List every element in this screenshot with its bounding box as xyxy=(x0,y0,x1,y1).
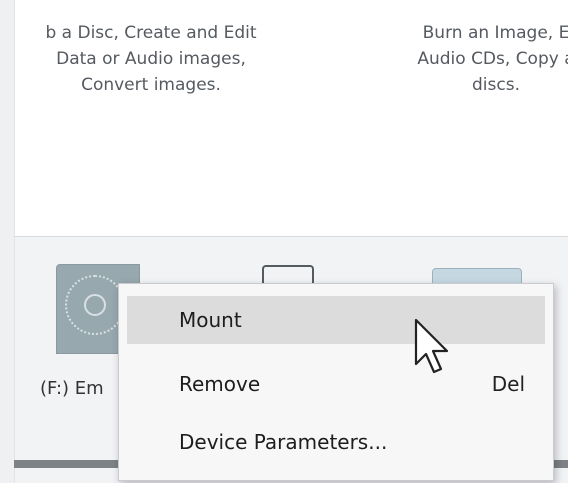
menu-item-label: Remove xyxy=(179,372,261,396)
description-line: discs. xyxy=(472,75,520,95)
menu-item-remove[interactable]: Remove Del xyxy=(127,360,545,408)
description-line: Burn an Image, E xyxy=(422,23,568,43)
description-line: b a Disc, Create and Edit xyxy=(45,23,257,43)
device-context-menu: Mount Remove Del Device Parameters... xyxy=(118,283,554,481)
menu-item-label: Mount xyxy=(179,308,242,332)
disc-hub xyxy=(84,294,106,316)
arrow-cursor-icon xyxy=(414,318,449,374)
menu-item-device-parameters[interactable]: Device Parameters... xyxy=(127,418,545,466)
menu-item-shortcut: Del xyxy=(491,372,525,396)
description-line: Data or Audio images, xyxy=(56,49,246,69)
menu-item-label: Device Parameters... xyxy=(179,430,388,454)
device-label-f-drive[interactable]: (F:) Em xyxy=(40,378,104,399)
action-description-image-tools: b a Disc, Create and Edit Data or Audio … xyxy=(0,20,306,98)
description-line: Audio CDs, Copy a xyxy=(417,49,568,69)
description-line: Convert images. xyxy=(81,75,221,95)
action-description-burn: Burn an Image, E Audio CDs, Copy a discs… xyxy=(346,20,568,98)
menu-item-mount[interactable]: Mount xyxy=(127,296,545,344)
